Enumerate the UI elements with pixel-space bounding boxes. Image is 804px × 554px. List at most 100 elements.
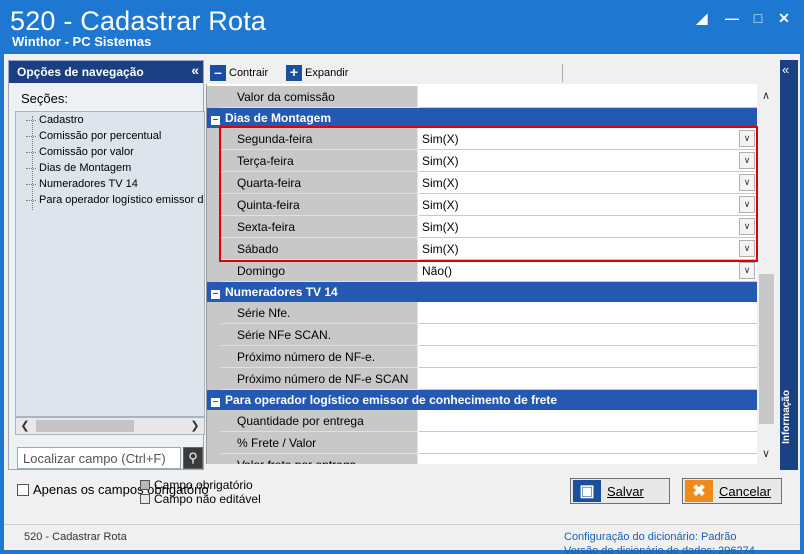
row-value[interactable]: [419, 324, 757, 346]
scroll-up-icon[interactable]: ∧: [758, 88, 774, 104]
row-value[interactable]: [419, 410, 757, 432]
row-value[interactable]: Sim(X) ∨: [419, 172, 757, 194]
grid-row-sabado[interactable]: Sábado Sim(X) ∨: [207, 238, 757, 260]
grid-row-terca[interactable]: Terça-feira Sim(X) ∨: [207, 150, 757, 172]
chevron-down-icon[interactable]: ∨: [739, 174, 755, 191]
row-value[interactable]: [419, 432, 757, 454]
category-operador-logistico[interactable]: – Para operador logístico emissor de conh…: [207, 390, 757, 410]
category-dias-montagem[interactable]: – Dias de Montagem: [207, 108, 757, 128]
navigation-title: Opções de navegação: [17, 65, 144, 79]
tree-item-cadastro[interactable]: Cadastro: [16, 112, 204, 128]
grid-row-sexta[interactable]: Sexta-feira Sim(X) ∨: [207, 216, 757, 238]
grid-row[interactable]: Valor frete por entrega: [207, 454, 757, 464]
floppy-disk-icon: ▣: [573, 480, 601, 502]
app-window: 520 - Cadastrar Rota Winthor - PC Sistem…: [0, 0, 804, 554]
row-value[interactable]: [419, 302, 757, 324]
property-grid: Valor da comissão – Dias de Montagem Segu…: [206, 84, 757, 464]
title-bar: 520 - Cadastrar Rota Winthor - PC Sistem…: [0, 0, 804, 50]
scroll-right-icon[interactable]: ❯: [187, 418, 203, 434]
grid-row[interactable]: Valor da comissão: [207, 86, 757, 108]
row-label: Quarta-feira: [221, 172, 418, 194]
tree-item-comissao-percentual[interactable]: Comissão por percentual: [16, 128, 204, 144]
row-label: Série Nfe.: [221, 302, 418, 324]
plus-icon: +: [286, 65, 302, 81]
restore-icon[interactable]: ◢: [690, 8, 714, 28]
close-button[interactable]: ✕: [772, 8, 796, 28]
legend-required: Campo obrigatório: [140, 478, 253, 492]
chevron-down-icon[interactable]: ∨: [739, 218, 755, 235]
tree-horizontal-scrollbar[interactable]: ❮ ❯: [15, 417, 205, 435]
row-value[interactable]: Sim(X) ∨: [419, 238, 757, 260]
info-tab-label: Informação: [781, 390, 792, 444]
cancel-label: Cancelar: [719, 483, 772, 499]
minus-icon[interactable]: –: [211, 115, 220, 125]
tree-item-dias-montagem[interactable]: Dias de Montagem: [16, 160, 204, 176]
row-value[interactable]: Sim(X) ∨: [419, 128, 757, 150]
grid-row[interactable]: Próximo número de NF-e.: [207, 346, 757, 368]
not-editable-swatch: [140, 494, 150, 504]
minus-icon: –: [210, 65, 226, 81]
grid-row-quarta[interactable]: Quarta-feira Sim(X) ∨: [207, 172, 757, 194]
scroll-thumb[interactable]: [759, 274, 774, 424]
save-button[interactable]: ▣ Salvar: [570, 478, 670, 504]
row-value[interactable]: [419, 454, 757, 464]
status-bar: 520 - Cadastrar Rota Configuração do dic…: [4, 524, 800, 554]
expand-info-icon[interactable]: «: [782, 62, 789, 77]
tree-item-operador-logistico[interactable]: Para operador logístico emissor de: [16, 192, 204, 208]
grid-row[interactable]: Próximo número de NF-e SCAN: [207, 368, 757, 390]
minus-icon[interactable]: –: [211, 397, 220, 407]
row-label: Segunda-feira: [221, 128, 418, 150]
chevron-down-icon[interactable]: ∨: [739, 152, 755, 169]
search-field-input[interactable]: Localizar campo (Ctrl+F): [17, 447, 181, 469]
grid-row[interactable]: % Frete / Valor: [207, 432, 757, 454]
row-label: Terça-feira: [221, 150, 418, 172]
navigation-body: Seções: Cadastro Comissão por percentual…: [9, 83, 209, 497]
minus-icon[interactable]: –: [211, 289, 220, 299]
tree-item-numeradores[interactable]: Numeradores TV 14: [16, 176, 204, 192]
row-value[interactable]: Sim(X) ∨: [419, 194, 757, 216]
window-title: 520 - Cadastrar Rota: [10, 6, 267, 36]
row-label: Quantidade por entrega: [221, 410, 418, 432]
cancel-x-icon: ✖: [685, 480, 713, 502]
checkbox-box[interactable]: [17, 484, 29, 496]
scroll-down-icon[interactable]: ∨: [758, 446, 774, 462]
search-icon[interactable]: ⚲: [183, 447, 203, 469]
grid-row-segunda[interactable]: Segunda-feira Sim(X) ∨: [207, 128, 757, 150]
chevron-down-icon[interactable]: ∨: [739, 240, 755, 257]
row-label: Sexta-feira: [221, 216, 418, 238]
grid-row[interactable]: Série NFe SCAN.: [207, 324, 757, 346]
row-value[interactable]: Não() ∨: [419, 260, 757, 282]
grid-row[interactable]: Série Nfe.: [207, 302, 757, 324]
collapse-button[interactable]: – Contrair: [210, 64, 268, 82]
category-numeradores[interactable]: – Numeradores TV 14: [207, 282, 757, 302]
info-panel-tab[interactable]: « Informação: [780, 60, 798, 470]
grid-row-domingo[interactable]: Domingo Não() ∨: [207, 260, 757, 282]
collapse-nav-icon[interactable]: «: [191, 62, 199, 78]
row-value[interactable]: Sim(X) ∨: [419, 216, 757, 238]
chevron-down-icon[interactable]: ∨: [739, 196, 755, 213]
minimize-button[interactable]: —: [720, 8, 744, 28]
expand-button[interactable]: + Expandir: [286, 64, 348, 82]
cancel-button[interactable]: ✖ Cancelar: [682, 478, 782, 504]
version-label: Versão do dicionário de dados:: [564, 545, 716, 554]
chevron-down-icon[interactable]: ∨: [739, 262, 755, 279]
row-label: Série NFe SCAN.: [221, 324, 418, 346]
grid-row[interactable]: Quantidade por entrega: [207, 410, 757, 432]
tree-item-comissao-valor[interactable]: Comissão por valor: [16, 144, 204, 160]
scroll-thumb[interactable]: [36, 420, 134, 432]
grid-vertical-scrollbar[interactable]: ∧ ∨: [758, 84, 775, 464]
config-label: Configuração do dicionário:: [564, 531, 698, 543]
client-area: Opções de navegação « Seções: Cadastro C…: [4, 54, 800, 554]
row-value[interactable]: [419, 86, 757, 108]
scroll-left-icon[interactable]: ❮: [17, 418, 33, 434]
sections-label: Seções:: [21, 91, 68, 106]
row-value[interactable]: Sim(X) ∨: [419, 150, 757, 172]
grid-toolbar: – Contrair + Expandir: [206, 62, 776, 84]
row-value[interactable]: [419, 346, 757, 368]
maximize-button[interactable]: □: [746, 8, 770, 28]
grid-row-quinta[interactable]: Quinta-feira Sim(X) ∨: [207, 194, 757, 216]
row-label: Próximo número de NF-e.: [221, 346, 418, 368]
row-value[interactable]: [419, 368, 757, 390]
chevron-down-icon[interactable]: ∨: [739, 130, 755, 147]
save-label: Salvar: [607, 483, 644, 499]
